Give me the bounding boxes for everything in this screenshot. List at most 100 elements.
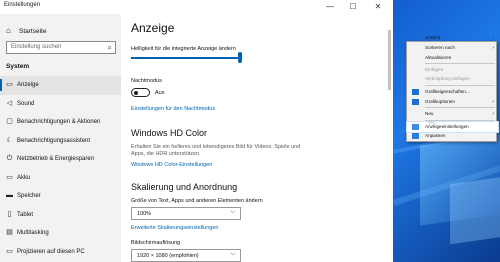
minimize-button[interactable]: — <box>320 1 340 13</box>
chevron-right-icon: › <box>492 111 494 117</box>
scaling-heading: Skalierung und Anordnung <box>131 182 238 192</box>
search-placeholder: Einstellung suchen <box>11 44 62 50</box>
sidebar-item-netzbetrieb-energiesparen[interactable]: ⏻ Netzbetrieb & Energiesparen <box>0 150 121 169</box>
brightness-slider-thumb[interactable] <box>238 52 242 63</box>
battery-icon: ▭ <box>6 173 13 181</box>
menu-item-label: Sortieren nach <box>425 45 455 50</box>
menu-item-label: Einfügen <box>425 67 444 72</box>
scaling-dropdown[interactable]: 100% ⌵ <box>131 207 241 220</box>
display-icon: ▭ <box>6 81 13 88</box>
sidebar-item-projizieren-auf-diesen-pc[interactable]: ▭ Projizieren auf diesen PC <box>0 243 121 262</box>
sidebar-item-label: Projizieren auf diesen PC <box>17 248 85 255</box>
sidebar-nav: ▭ Anzeige ◁ Sound ▢ Benachrichtigungen & Akti… <box>0 76 121 261</box>
menu-item-neu[interactable]: Neu › <box>407 109 498 119</box>
brightness-label: Helligkeit für die integrierte Anzeige ä… <box>131 46 236 52</box>
close-button[interactable]: ✕ <box>368 1 388 13</box>
sound-icon: ◁ <box>6 99 13 107</box>
title-bar[interactable]: Einstellungen — ☐ ✕ <box>0 0 393 14</box>
multitasking-icon: ▤ <box>6 229 13 236</box>
sidebar-item-label: Tablet <box>17 211 34 218</box>
sidebar-item-label: Akku <box>17 174 31 181</box>
hd-color-settings-link[interactable]: Windows HD Color-Einstellungen <box>131 162 212 168</box>
sidebar-item-label: Netzbetrieb & Energiesparen <box>17 156 95 162</box>
search-input[interactable]: Einstellung suchen ⌕ <box>6 41 116 54</box>
home-icon: ⌂ <box>6 26 11 35</box>
scrollbar[interactable] <box>388 30 391 90</box>
menu-item-ansicht[interactable]: Ansicht › <box>407 33 498 43</box>
search-icon[interactable]: ⌕ <box>108 43 112 53</box>
menu-separator <box>425 63 495 64</box>
sidebar-item-label: Multitasking <box>17 230 49 236</box>
sidebar-item-label: Sound <box>17 100 35 107</box>
menu-separator <box>425 85 495 86</box>
nightmode-settings-link[interactable]: Einstellungen für den Nachtmodus <box>131 106 215 112</box>
notifications-icon: ▢ <box>6 118 13 125</box>
resolution-dropdown[interactable]: 1920 × 1080 (empfohlen) ⌵ <box>131 249 241 262</box>
menu-separator <box>425 107 495 108</box>
menu-item-label: Verknüpfung einfügen <box>425 76 470 81</box>
tablet-icon: ▯ <box>7 210 12 218</box>
chevron-right-icon: › <box>492 45 494 51</box>
menu-item-label: Anpassen <box>425 133 446 138</box>
display-settings-icon <box>412 124 419 130</box>
sidebar-item-benachrichtigungen-aktionen[interactable]: ▢ Benachrichtigungen & Aktionen <box>0 113 121 132</box>
sidebar-item-label: Speicher <box>17 193 41 199</box>
hd-color-heading: Windows HD Color <box>131 128 208 138</box>
menu-item-grafikoptionen[interactable]: Grafikoptionen › <box>407 97 498 107</box>
power-icon: ⏻ <box>6 155 13 162</box>
settings-window: Einstellungen — ☐ ✕ ⌂ Startseite Einstell… <box>0 0 393 262</box>
scaling-label: Größe von Text, Apps und anderen Element… <box>131 198 263 204</box>
scaling-value: 100% <box>137 211 152 217</box>
sidebar-section-title: System <box>6 63 30 70</box>
nightmode-state: Aus <box>155 90 165 96</box>
wallpaper-windows-logo-pane <box>450 175 500 245</box>
menu-item-label: Neu <box>425 111 434 116</box>
maximize-button[interactable]: ☐ <box>343 1 363 13</box>
window-title: Einstellungen <box>4 2 41 8</box>
chevron-right-icon: › <box>492 99 494 105</box>
chevron-down-icon: ⌵ <box>230 209 235 215</box>
sidebar-item-benachrichtigungsassistent[interactable]: ☾ Benachrichtigungsassistent <box>0 132 121 151</box>
graphics-icon <box>412 99 419 105</box>
sidebar: ⌂ Startseite Einstellung suchen ⌕ System … <box>0 14 121 262</box>
resolution-label: Bildschirmauflösung <box>131 240 181 246</box>
sidebar-home-label: Startseite <box>19 28 47 35</box>
chevron-down-icon: ⌵ <box>230 251 235 257</box>
graphics-icon <box>412 89 419 95</box>
project-icon: ▭ <box>6 247 13 255</box>
focus-assist-icon: ☾ <box>6 136 13 144</box>
display-settings-page: Anzeige Helligkeit für die integrierte A… <box>121 14 393 262</box>
menu-item-label: Grafikoptionen <box>425 99 455 104</box>
menu-item-aktualisieren[interactable]: Aktualisieren <box>407 53 498 63</box>
hd-color-description-line1: Erhalten Sie ein helleres und lebendiger… <box>131 144 301 150</box>
nightmode-toggle[interactable] <box>131 88 150 97</box>
advanced-scaling-link[interactable]: Erweiterte Skalierungseinstellungen <box>131 225 218 231</box>
sidebar-item-label: Benachrichtigungsassistent <box>17 137 91 144</box>
desktop-context-menu: Ansicht › Sortieren nach › Aktualisieren Einf… <box>406 35 499 142</box>
sidebar-item-label: Anzeige <box>17 82 39 88</box>
sidebar-home-link[interactable]: ⌂ Startseite <box>6 26 46 35</box>
page-title: Anzeige <box>131 21 175 35</box>
menu-item-label: Grafikeigenschaften... <box>425 89 470 94</box>
nightmode-label: Nachtmodus <box>131 78 162 84</box>
chevron-right-icon: › <box>492 35 494 41</box>
menu-item-label: Aktualisieren <box>425 55 452 60</box>
menu-item-label: Ansicht <box>425 35 441 40</box>
sidebar-item-tablet[interactable]: ▯ Tablet <box>0 206 121 225</box>
personalize-icon <box>412 133 419 139</box>
sidebar-item-speicher[interactable]: ▬ Speicher <box>0 187 121 206</box>
menu-item-sortieren-nach[interactable]: Sortieren nach › <box>407 43 498 53</box>
toggle-knob <box>134 90 138 95</box>
brightness-slider-track[interactable] <box>131 57 241 59</box>
storage-icon: ▬ <box>6 192 13 199</box>
menu-item-anpassen[interactable]: Anpassen <box>407 131 498 141</box>
sidebar-item-label: Benachrichtigungen & Aktionen <box>17 119 101 125</box>
menu-item-verknüpfung-einfügen[interactable]: Verknüpfung einfügen <box>407 74 498 84</box>
sidebar-item-sound[interactable]: ◁ Sound <box>0 95 121 114</box>
sidebar-item-multitasking[interactable]: ▤ Multitasking <box>0 224 121 243</box>
menu-item-grafikeigenschaften[interactable]: Grafikeigenschaften... <box>407 87 498 97</box>
sidebar-item-anzeige[interactable]: ▭ Anzeige <box>0 76 121 95</box>
sidebar-item-akku[interactable]: ▭ Akku <box>0 169 121 188</box>
resolution-value: 1920 × 1080 (empfohlen) <box>137 253 199 259</box>
mouse-cursor-icon: ➤ <box>428 119 436 129</box>
